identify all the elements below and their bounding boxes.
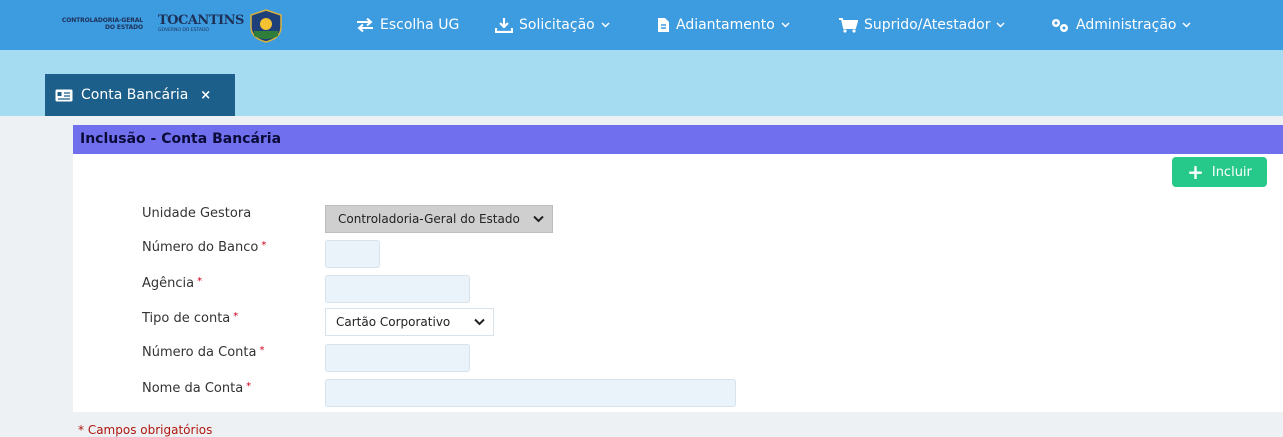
download-icon (495, 18, 513, 33)
numero-conta-label: Número da Conta * (142, 345, 264, 360)
nome-conta-label-text: Nome da Conta (142, 381, 244, 396)
id-card-icon (55, 89, 73, 101)
required-asterisk: * (233, 311, 239, 322)
nav-adiantamento-label: Adiantamento (676, 17, 775, 33)
unidade-gestora-select[interactable]: Controladoria-Geral do Estado (325, 205, 553, 233)
cge-logo-line1: CONTROLADORIA-GERAL (61, 17, 143, 24)
tipo-conta-label: Tipo de conta * (142, 311, 238, 326)
panel-title: Inclusão - Conta Bancária (73, 125, 1283, 154)
chevron-down-icon (996, 22, 1005, 28)
tab-conta-bancaria[interactable]: Conta Bancária × (45, 74, 235, 116)
tipo-conta-select[interactable]: Cartão Corporativo (325, 308, 494, 336)
numero-banco-label-text: Número do Banco (142, 240, 259, 255)
agencia-label: Agência * (142, 276, 202, 291)
cge-logo: CONTROLADORIA-GERAL DO ESTADO (35, 17, 143, 31)
tipo-conta-label-text: Tipo de conta (142, 311, 231, 326)
numero-conta-label-text: Número da Conta (142, 345, 257, 360)
unidade-gestora-value: Controladoria-Geral do Estado (338, 212, 520, 226)
nav-administracao-label: Administração (1076, 17, 1177, 33)
tab-close-button[interactable]: × (200, 88, 211, 103)
chevron-down-icon (781, 22, 790, 28)
document-icon (658, 18, 669, 32)
state-name: TOCANTINS (158, 13, 244, 28)
form-panel (73, 125, 1283, 412)
nav-suprido-label: Suprido/Atestador (864, 17, 991, 33)
tocantins-logo: TOCANTINS GOVERNO DO ESTADO (158, 13, 244, 34)
numero-conta-input[interactable] (325, 344, 470, 372)
nav-administracao[interactable]: Administração (1050, 14, 1191, 36)
chevron-down-icon (1182, 22, 1191, 28)
unidade-gestora-label: Unidade Gestora (142, 206, 251, 221)
chevron-down-icon (533, 215, 544, 223)
agencia-input[interactable] (325, 275, 470, 303)
numero-banco-input[interactable] (325, 240, 380, 268)
tab-label: Conta Bancária (81, 87, 189, 103)
exchange-icon (357, 18, 373, 32)
cge-logo-line2: DO ESTADO (104, 24, 143, 31)
incluir-button-label: Incluir (1211, 164, 1252, 180)
nome-conta-input[interactable] (325, 379, 736, 407)
required-asterisk: * (259, 345, 265, 356)
state-emblem-icon (248, 9, 284, 43)
chevron-down-icon (474, 318, 485, 326)
agencia-label-text: Agência (142, 276, 195, 291)
numero-banco-label: Número do Banco * (142, 240, 266, 255)
nav-solicitacao-label: Solicitação (519, 17, 595, 33)
nome-conta-label: Nome da Conta * (142, 381, 251, 396)
chevron-down-icon (601, 22, 610, 28)
required-asterisk: * (246, 381, 252, 392)
tipo-conta-value: Cartão Corporativo (336, 315, 451, 329)
plus-icon: + (1187, 160, 1204, 184)
nav-escolha-ug-label: Escolha UG (380, 17, 460, 33)
required-fields-note: * Campos obrigatórios (78, 423, 213, 437)
required-asterisk: * (197, 276, 203, 287)
nav-suprido-atestador[interactable]: Suprido/Atestador (838, 14, 1005, 36)
incluir-button[interactable]: + Incluir (1172, 157, 1267, 187)
nav-escolha-ug[interactable]: Escolha UG (356, 14, 459, 36)
nav-adiantamento[interactable]: Adiantamento (657, 14, 790, 36)
state-subtitle: GOVERNO DO ESTADO (158, 28, 209, 33)
cart-icon (839, 18, 858, 33)
required-asterisk: * (261, 240, 267, 251)
unidade-gestora-label-text: Unidade Gestora (142, 206, 252, 221)
nav-solicitacao[interactable]: Solicitação (495, 14, 610, 36)
cogs-icon (1052, 19, 1068, 32)
